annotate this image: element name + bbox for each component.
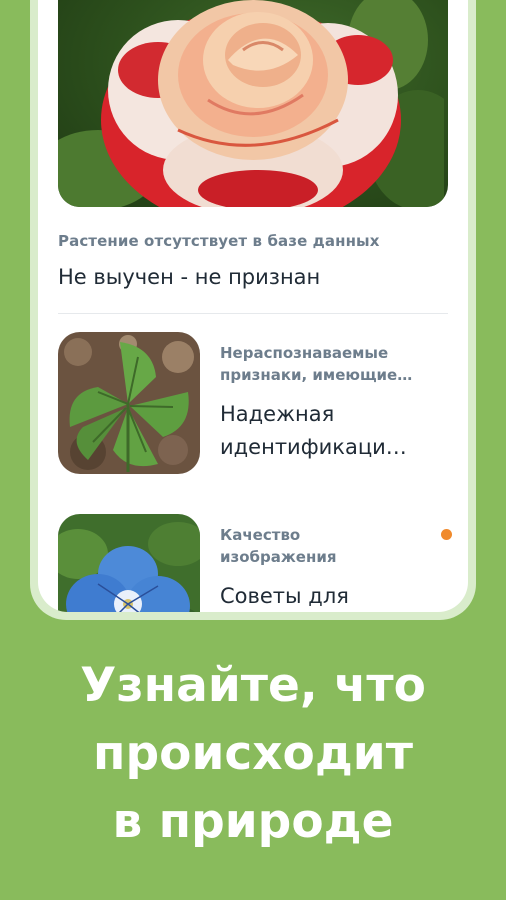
item-category-line: признаки, имеющие… [220, 366, 413, 384]
tagline-line: происходит [93, 726, 413, 781]
list-item[interactable]: Нераспознаваемые признаки, имеющие… Наде… [58, 332, 448, 474]
tagline-line: Узнайте, что [80, 658, 426, 713]
list-item[interactable]: Качество изображения Советы для [58, 514, 452, 612]
item-category-line: изображения [220, 548, 337, 566]
item-title-line: идентификаци… [220, 435, 407, 459]
item-title-line: Надежная [220, 402, 335, 426]
featured-title[interactable]: Не выучен - не признан [58, 265, 448, 289]
divider [58, 313, 448, 314]
speedwell-flower-photo-icon [58, 514, 200, 612]
item-title: Советы для [220, 580, 448, 612]
item-title-line: Советы для [220, 584, 349, 608]
strawberry-leaf-photo-icon [58, 332, 200, 474]
tagline-line: в природе [112, 794, 394, 849]
unread-dot-icon [441, 529, 452, 540]
feed: Растение отсутствует в базе данных Не вы… [58, 0, 452, 612]
item-category: Качество изображения [220, 524, 448, 568]
featured-subtitle: Растение отсутствует в базе данных [58, 232, 380, 250]
item-category: Нераспознаваемые признаки, имеющие… [220, 342, 448, 386]
item-category-line: Нераспознаваемые [220, 344, 389, 362]
rose-photo-icon[interactable] [58, 0, 448, 207]
phone-screen: Растение отсутствует в базе данных Не вы… [38, 0, 468, 612]
item-category-line: Качество [220, 526, 301, 544]
phone-frame: Растение отсутствует в базе данных Не вы… [30, 0, 476, 620]
promo-tagline: Узнайте, что происходит в природе [0, 652, 506, 856]
item-title: Надежная идентификаци… [220, 398, 448, 464]
